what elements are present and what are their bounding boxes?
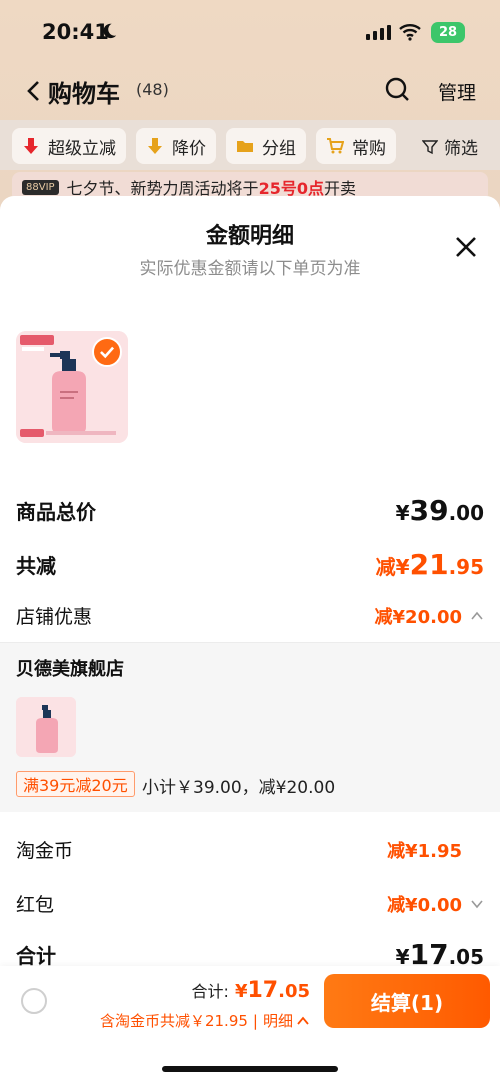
filter-label: 筛选 (444, 139, 478, 159)
manage-button[interactable]: 管理 (438, 78, 476, 105)
chevron-down-icon (471, 899, 483, 908)
total-line: 合计: ¥17.05 (192, 978, 310, 1003)
separator: | (252, 1011, 258, 1030)
wifi-icon (399, 24, 421, 41)
chip-group[interactable]: 分组 (226, 128, 306, 164)
cart-nav-bar: 购物车 (48) 管理 (0, 66, 500, 114)
select-all-checkbox[interactable] (21, 988, 47, 1014)
shop-subtotal: 小计￥39.00，减¥20.00 (142, 778, 336, 798)
discount-text: 含淘金币共减￥21.95 (99, 1012, 248, 1030)
close-icon[interactable] (455, 236, 477, 258)
total-label: 合计: (191, 982, 229, 1001)
chip-label: 超级立减 (48, 138, 116, 159)
home-indicator (162, 1066, 338, 1072)
status-bar: 20:41 28 (0, 0, 500, 62)
back-icon[interactable] (26, 80, 42, 102)
goods-total-dec: .00 (448, 501, 484, 525)
filter-button[interactable]: 筛选 (422, 134, 478, 159)
total-reduce-dec: .95 (448, 555, 484, 579)
chip-frequent[interactable]: 常购 (316, 128, 396, 164)
total-reduce-int: 21 (409, 548, 449, 581)
battery-level: 28 (438, 25, 458, 40)
battery-indicator: 28 (431, 22, 465, 43)
filter-icon (422, 139, 438, 154)
sheet-subtitle: 实际优惠金额请以下单页为准 (139, 259, 361, 279)
filter-bar: 超级立减 降价 分组 常购 筛选 (0, 120, 500, 170)
total-currency: ¥ (234, 981, 248, 1002)
hongbao-label: 红包 (16, 894, 55, 916)
hongbao-row[interactable]: 红包 减¥0.00 (16, 890, 484, 917)
hongbao-value-wrap: 减¥0.00 (387, 891, 484, 917)
arrow-down-red-icon (24, 138, 38, 154)
total-reduce-value: 减¥21.95 (376, 548, 484, 581)
soap-bottle-small-image (16, 697, 76, 757)
goods-total-row: 商品总价 ¥39.00 (16, 494, 484, 527)
shop-discount-value-wrap: 减¥20.00 (375, 603, 484, 629)
cart-count: (48) (136, 80, 169, 99)
taojinbi-label: 淘金币 (16, 840, 74, 862)
chip-label: 常购 (352, 138, 386, 159)
page-title: 购物车 (48, 80, 120, 108)
goods-total-value: ¥39.00 (396, 494, 484, 527)
status-time: 20:41 (42, 20, 109, 44)
coupon-tag: 满39元减20元 (16, 771, 135, 797)
chip-super-reduce[interactable]: 超级立减 (12, 128, 126, 164)
chevron-up-icon (297, 1016, 309, 1025)
chip-price-drop[interactable]: 降价 (136, 128, 216, 164)
discount-summary[interactable]: 含淘金币共减￥21.95 | 明细 (100, 1010, 310, 1031)
check-icon[interactable] (92, 337, 122, 367)
checkout-button[interactable]: 结算(1) (324, 974, 490, 1028)
total-reduce-prefix: 减¥ (375, 555, 410, 579)
sheet-title: 金额明细 (205, 224, 294, 249)
goods-total-currency: ¥ (395, 501, 410, 525)
chip-label: 降价 (172, 138, 206, 159)
total-int: 17 (247, 978, 279, 1003)
shop-discount-label: 店铺优惠 (16, 606, 93, 628)
arrow-down-icon (148, 138, 162, 154)
goods-total-int: 39 (409, 494, 449, 527)
amount-detail-sheet: 金额明细 实际优惠金额请以下单页为准 商品总价 ¥39.00 共减 减¥21.9… (0, 196, 500, 1082)
vip-badge: 88VIP (22, 179, 59, 195)
search-icon[interactable] (384, 76, 410, 102)
goods-total-label: 商品总价 (16, 500, 96, 524)
chevron-up-icon (471, 611, 483, 620)
shop-detail-panel: 贝德美旗舰店 满39元减20元 小计￥39.00，减¥20.00 (0, 642, 500, 812)
total-amount: ¥17.05 (235, 978, 310, 1003)
shop-discount-row[interactable]: 店铺优惠 减¥20.00 (16, 602, 484, 629)
taojinbi-row: 淘金币 减¥1.95 (16, 836, 484, 863)
checkout-bar: 合计: ¥17.05 含淘金币共减￥21.95 | 明细 结算(1) (0, 966, 500, 1082)
detail-label: 明细 (262, 1012, 293, 1030)
moon-icon (103, 23, 117, 39)
folder-icon (237, 141, 253, 152)
total-dec: .05 (278, 981, 310, 1002)
total-reduce-row: 共减 减¥21.95 (16, 548, 484, 581)
total-reduce-label: 共减 (16, 554, 56, 578)
shop-product-thumbnail (16, 697, 76, 757)
sum-label: 合计 (16, 944, 56, 968)
taojinbi-value: 减¥1.95 (387, 840, 462, 862)
hongbao-value: 减¥0.00 (387, 894, 462, 916)
shop-discount-value: 减¥20.00 (374, 606, 462, 628)
cart-icon (327, 138, 344, 154)
chip-label: 分组 (262, 138, 296, 159)
shop-name: 贝德美旗舰店 (16, 659, 124, 680)
signal-icon (366, 25, 391, 40)
